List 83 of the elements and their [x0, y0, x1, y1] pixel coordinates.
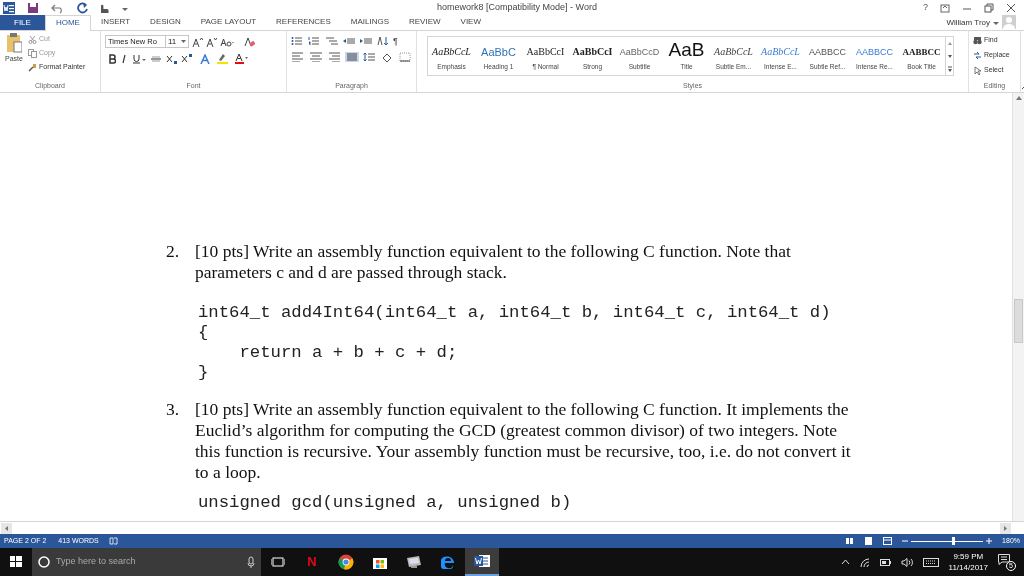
- subscript-icon[interactable]: [166, 53, 177, 64]
- word-icon[interactable]: [474, 554, 490, 568]
- code-line: unsigned gcd(unsigned a, unsigned b): [198, 493, 573, 513]
- code-line: }: [198, 363, 210, 383]
- highlight-icon[interactable]: [216, 53, 230, 64]
- file-tab[interactable]: FILE: [0, 15, 45, 30]
- window-title: homework8 [Compatibility Mode] - Word: [437, 1, 597, 14]
- grow-font-icon[interactable]: [192, 36, 203, 47]
- list-number: 2.: [166, 241, 181, 263]
- volume-icon[interactable]: [900, 557, 913, 567]
- proofing-icon[interactable]: [108, 537, 118, 545]
- redo-icon[interactable]: [77, 2, 89, 14]
- ribbon-tab[interactable]: REFERENCES: [266, 15, 341, 30]
- wifi-icon[interactable]: [859, 557, 870, 567]
- zoom-out-icon[interactable]: [902, 538, 909, 544]
- cortana-icon: [38, 556, 50, 568]
- cursor-icon: [973, 66, 982, 75]
- sort-icon[interactable]: [376, 36, 390, 46]
- notification-icon: [998, 554, 1010, 565]
- copy-icon: [28, 49, 37, 58]
- web-layout-icon[interactable]: [883, 537, 893, 545]
- close-icon[interactable]: [1006, 3, 1016, 13]
- help-button[interactable]: ?: [923, 1, 928, 15]
- italic-icon[interactable]: [120, 53, 128, 64]
- multilevel-list-icon[interactable]: [325, 36, 339, 46]
- code-line: int64_t add4Int64(int64_t a, int64_t b, int64_t c, int64_t d): [198, 303, 832, 323]
- question-text: [10 pts] Write an assembly function equivalent to the following C function. Note that parameters c and d are passed through stack.: [195, 241, 792, 283]
- scrollbar-thumb[interactable]: [1014, 299, 1023, 343]
- slider-thumb[interactable]: [952, 537, 956, 545]
- store-icon[interactable]: [373, 555, 387, 569]
- bold-icon[interactable]: [108, 53, 116, 64]
- ribbon-tab[interactable]: PAGE LAYOUT: [190, 15, 267, 30]
- code-line: return a + b + c + d;: [238, 343, 459, 363]
- ribbon-tab[interactable]: VIEW: [450, 15, 491, 30]
- scissors-icon: [28, 35, 37, 44]
- search-field[interactable]: Type here to search: [32, 548, 261, 576]
- caret-icon[interactable]: [993, 19, 999, 26]
- keyboard-icon[interactable]: [922, 557, 939, 567]
- ribbon-tab[interactable]: REVIEW: [399, 15, 451, 30]
- read-mode-icon[interactable]: [845, 537, 855, 545]
- zoom-in-icon[interactable]: [986, 538, 993, 544]
- chevron-up-icon[interactable]: [840, 559, 850, 565]
- ribbon-tab[interactable]: MAILINGS: [340, 15, 399, 30]
- font-color-icon[interactable]: [234, 53, 248, 64]
- binoculars-icon: [973, 36, 982, 45]
- increase-indent-icon[interactable]: [359, 36, 373, 46]
- ribbon-display-icon[interactable]: [940, 3, 950, 13]
- restore-icon[interactable]: [984, 3, 994, 13]
- show-marks-button[interactable]: ¶: [393, 36, 398, 46]
- code-line: {: [198, 323, 210, 343]
- print-layout-icon[interactable]: [864, 537, 874, 545]
- task-view-icon[interactable]: [271, 556, 285, 568]
- ribbon-tab[interactable]: HOME: [44, 15, 91, 31]
- user-name[interactable]: William Troy: [946, 16, 990, 29]
- microphone-icon: [247, 556, 255, 568]
- question-text: [10 pts] Write an assembly function equivalent to the following C function. It implements the Euclid’s algorithm for computing the GCD (greatest common divisor) of two integers. Note this function is recursive. Your assembly function must be recursive, too, i.e. do not convert it to a loop.: [195, 399, 852, 483]
- list-number: 3.: [166, 399, 181, 421]
- zoom-slider[interactable]: [911, 537, 984, 545]
- superscript-icon[interactable]: [181, 53, 192, 64]
- scroll-right-icon[interactable]: [1000, 522, 1011, 534]
- monitor-app-icon[interactable]: [406, 555, 422, 569]
- brush-icon: [28, 63, 37, 72]
- netflix-app[interactable]: N: [307, 552, 317, 572]
- text-effects-icon[interactable]: [200, 53, 212, 64]
- shrink-font-icon[interactable]: [206, 36, 217, 47]
- edge-icon[interactable]: [441, 555, 455, 569]
- undo-icon[interactable]: [51, 2, 65, 14]
- scroll-left-icon[interactable]: [1, 522, 12, 534]
- ribbon-tab[interactable]: INSERT: [90, 15, 141, 30]
- borders-icon[interactable]: [399, 52, 413, 62]
- battery-icon[interactable]: [879, 558, 891, 566]
- underline-icon[interactable]: [132, 53, 146, 64]
- clear-formatting-icon[interactable]: [243, 36, 255, 47]
- strikethrough-icon[interactable]: [150, 53, 162, 64]
- bullets-icon[interactable]: [291, 36, 305, 46]
- replace-icon: [973, 51, 982, 60]
- decrease-indent-icon[interactable]: [342, 36, 356, 46]
- line-spacing-icon[interactable]: [363, 52, 377, 62]
- change-case-icon[interactable]: [220, 36, 234, 47]
- clock[interactable]: 9:59 PM 11/14/2017: [948, 551, 988, 573]
- save-icon[interactable]: [27, 2, 39, 14]
- chrome-icon[interactable]: [338, 554, 354, 570]
- ribbon-tab[interactable]: DESIGN: [140, 15, 191, 30]
